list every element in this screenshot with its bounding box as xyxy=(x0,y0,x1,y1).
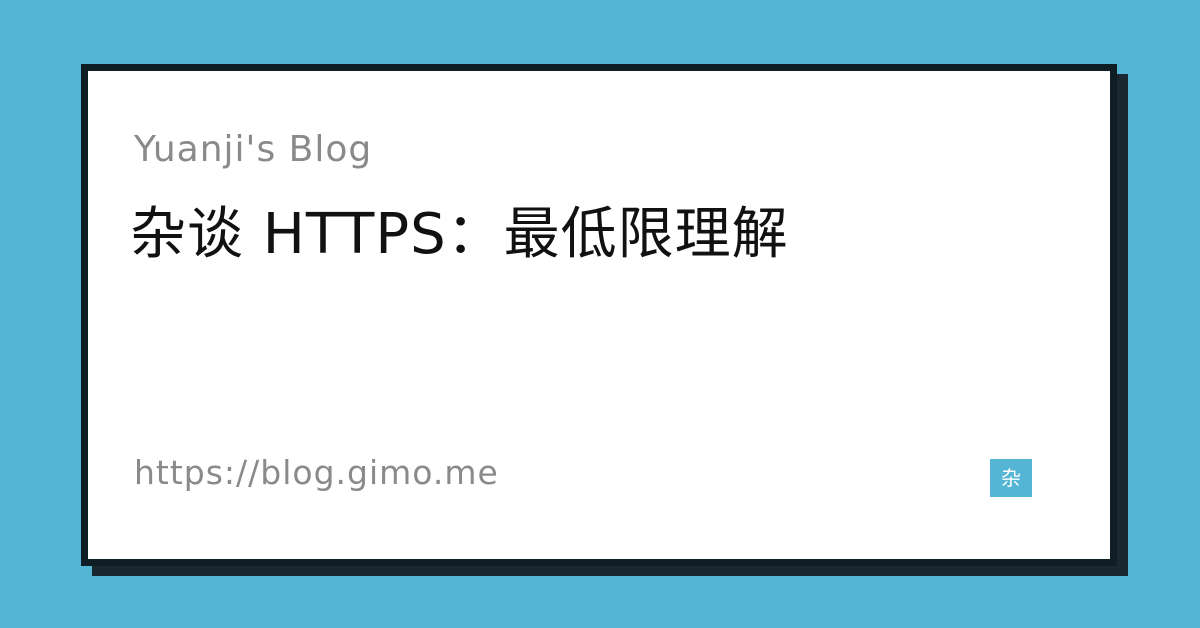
blog-name: Yuanji's Blog xyxy=(134,129,373,170)
category-tag: 杂 xyxy=(990,459,1032,497)
post-card: Yuanji's Blog 杂谈 HTTPS：最低限理解 https://blo… xyxy=(81,64,1117,566)
post-title: 杂谈 HTTPS：最低限理解 xyxy=(130,202,789,267)
site-url: https://blog.gimo.me xyxy=(134,453,499,492)
